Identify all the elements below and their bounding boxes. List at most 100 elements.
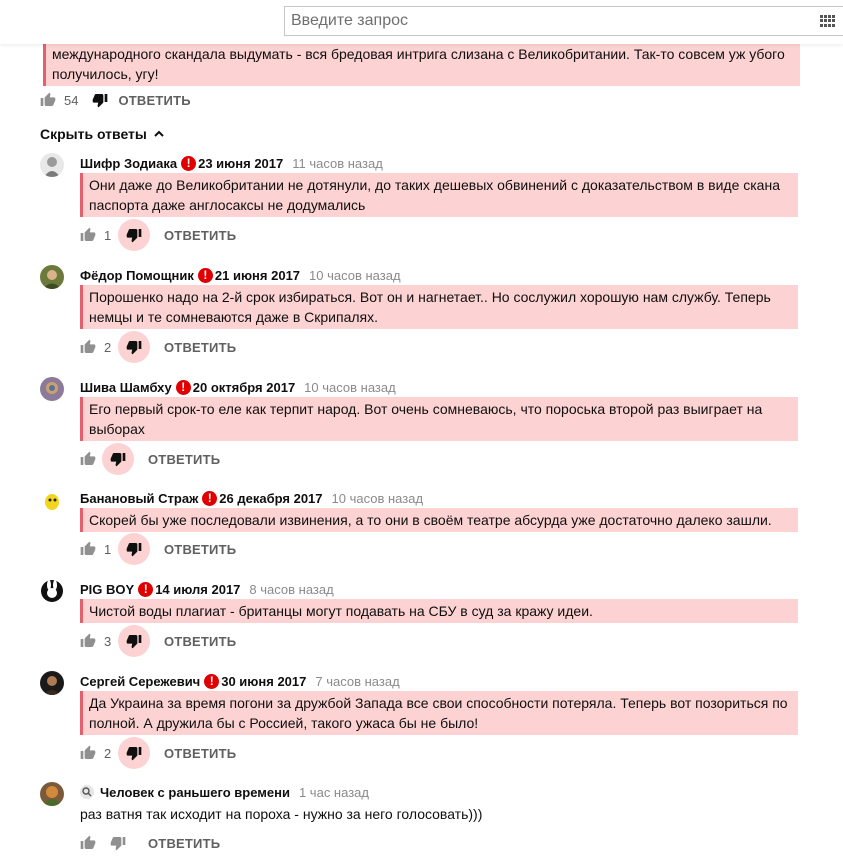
timestamp[interactable]: 1 час назад — [299, 785, 369, 800]
timestamp[interactable]: 10 часов назад — [309, 268, 401, 283]
hide-replies-label: Скрыть ответы — [40, 126, 147, 142]
author-name[interactable]: PIG BOY — [80, 582, 134, 597]
like-count: 54 — [64, 92, 79, 108]
reply-actions: 2 ОТВЕТИТЬ — [80, 737, 236, 769]
dislike-button[interactable] — [118, 331, 150, 363]
reply-button[interactable]: ОТВЕТИТЬ — [164, 228, 236, 243]
reply-button[interactable]: ОТВЕТИТЬ — [148, 836, 220, 851]
author-name[interactable]: Банановый Страж — [80, 491, 198, 506]
warning-badge-icon: ! — [181, 155, 197, 171]
dislike-icon — [110, 451, 126, 467]
hide-replies-button[interactable]: Скрыть ответы — [40, 126, 165, 142]
author-name[interactable]: Шифр Зодиака — [80, 156, 177, 171]
reply-text: Да Украина за время погони за дружбой За… — [80, 691, 798, 735]
keyboard-icon[interactable] — [820, 15, 838, 27]
reply-item: Шива Шамбху ! 20 октября 2017 10 часов н… — [40, 377, 800, 477]
reply-button[interactable]: ОТВЕТИТЬ — [118, 93, 190, 108]
like-icon[interactable] — [80, 451, 96, 467]
top-comment-line1: международного скандала выдумать - вся б… — [52, 46, 785, 62]
reply-actions: 1 ОТВЕТИТЬ — [80, 533, 236, 565]
warning-badge-icon: ! — [175, 379, 191, 395]
avatar[interactable] — [40, 377, 64, 401]
reply-text: Порошенко надо на 2-й срок избираться. В… — [80, 285, 798, 329]
like-icon[interactable] — [80, 541, 96, 557]
avatar[interactable] — [40, 265, 64, 289]
avatar[interactable] — [40, 782, 64, 806]
reply-button[interactable]: ОТВЕТИТЬ — [148, 452, 220, 467]
warning-badge-icon: ! — [138, 581, 154, 597]
timestamp[interactable]: 11 часов назад — [292, 156, 383, 171]
reply-button[interactable]: ОТВЕТИТЬ — [164, 746, 236, 761]
dark-portrait-avatar-icon — [40, 671, 64, 695]
author-name[interactable]: Сергей Сережевич — [80, 674, 200, 689]
dislike-button[interactable] — [118, 219, 150, 251]
join-date: 23 июня 2017 — [198, 155, 284, 171]
like-icon[interactable] — [40, 92, 56, 108]
man-portrait-avatar-icon — [40, 265, 64, 289]
warning-badge-icon: ! — [202, 490, 218, 506]
reply-item: Банановый Страж ! 26 декабря 2017 10 час… — [40, 488, 800, 578]
avatar[interactable] — [40, 671, 64, 695]
top-comment-actions: 54 ОТВЕТИТЬ — [40, 84, 191, 116]
search-box[interactable] — [284, 6, 843, 36]
reply-item: PIG BOY ! 14 июля 2017 8 часов назад Чис… — [40, 579, 800, 669]
dislike-button[interactable] — [102, 827, 134, 859]
chevron-up-icon — [154, 130, 164, 137]
avatar[interactable] — [40, 579, 64, 603]
timestamp[interactable]: 8 часов назад — [249, 582, 333, 597]
reply-item: Человек с раньшего времени 1 час назад р… — [40, 782, 800, 854]
top-comment-line2: получилось, угу! — [52, 66, 159, 82]
dislike-button[interactable] — [118, 625, 150, 657]
avatar[interactable] — [40, 153, 64, 177]
timestamp[interactable]: 10 часов назад — [332, 491, 424, 506]
like-count: 1 — [104, 227, 112, 243]
like-icon[interactable] — [80, 835, 96, 851]
dislike-icon — [126, 227, 142, 243]
like-icon[interactable] — [80, 633, 96, 649]
join-date: 26 декабря 2017 — [219, 490, 323, 506]
join-date: 30 июня 2017 — [221, 673, 307, 689]
top-bar — [0, 0, 843, 44]
reply-header: Сергей Сережевич ! 30 июня 2017 7 часов … — [80, 671, 400, 691]
reply-header: Шива Шамбху ! 20 октября 2017 10 часов н… — [80, 377, 396, 397]
timestamp[interactable]: 7 часов назад — [315, 674, 399, 689]
reply-header: PIG BOY ! 14 июля 2017 8 часов назад — [80, 579, 334, 599]
dislike-button[interactable] — [118, 737, 150, 769]
like-icon[interactable] — [80, 745, 96, 761]
grey-figure-avatar-icon — [40, 153, 64, 177]
dislike-button[interactable] — [118, 533, 150, 565]
like-icon[interactable] — [80, 227, 96, 243]
author-name[interactable]: Фёдор Помощник — [80, 268, 194, 283]
reply-item: Сергей Сережевич ! 30 июня 2017 7 часов … — [40, 671, 800, 771]
reply-header: Шифр Зодиака ! 23 июня 2017 11 часов наз… — [80, 153, 383, 173]
dislike-icon — [126, 541, 142, 557]
author-name[interactable]: Шива Шамбху — [80, 380, 172, 395]
reply-button[interactable]: ОТВЕТИТЬ — [164, 542, 236, 557]
dislike-icon — [126, 339, 142, 355]
reply-button[interactable]: ОТВЕТИТЬ — [164, 634, 236, 649]
like-count: 2 — [104, 339, 112, 355]
warning-badge-icon: ! — [204, 673, 220, 689]
author-name[interactable]: Человек с раньшего времени — [100, 785, 290, 800]
timestamp[interactable]: 10 часов назад — [304, 380, 396, 395]
avatar[interactable] — [40, 488, 64, 512]
deity-avatar-icon — [40, 377, 64, 401]
reply-actions: 2 ОТВЕТИТЬ — [80, 331, 236, 363]
dislike-icon — [110, 835, 126, 851]
dislike-button[interactable] — [102, 443, 134, 475]
like-icon[interactable] — [80, 339, 96, 355]
search-input[interactable] — [285, 8, 820, 34]
dislike-icon — [92, 92, 108, 108]
reply-item: Шифр Зодиака ! 23 июня 2017 11 часов наз… — [40, 153, 800, 253]
reply-actions: ОТВЕТИТЬ — [80, 827, 220, 859]
reply-text: Чистой воды плагиат - британцы могут под… — [80, 599, 798, 623]
reply-header: Фёдор Помощник ! 21 июня 2017 10 часов н… — [80, 265, 401, 285]
reply-button[interactable]: ОТВЕТИТЬ — [164, 340, 236, 355]
reply-actions: 1 ОТВЕТИТЬ — [80, 219, 236, 251]
reply-header: Человек с раньшего времени 1 час назад — [80, 782, 369, 802]
reply-header: Банановый Страж ! 26 декабря 2017 10 час… — [80, 488, 423, 508]
search-badge-icon — [80, 785, 94, 799]
dislike-button[interactable] — [84, 84, 116, 116]
warning-badge-icon: ! — [197, 267, 213, 283]
like-count: 1 — [104, 541, 112, 557]
